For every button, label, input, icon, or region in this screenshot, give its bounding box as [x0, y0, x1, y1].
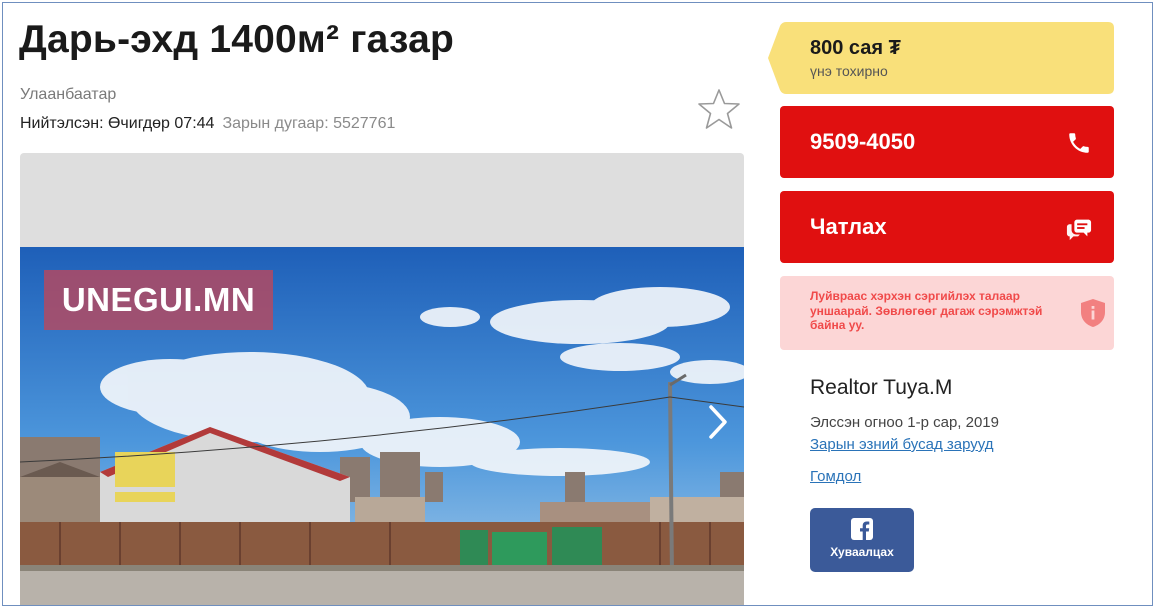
chat-bubbles-icon — [1066, 219, 1092, 241]
facebook-share-label: Хуваалцах — [830, 545, 894, 559]
favorite-star-icon[interactable] — [697, 88, 741, 130]
seller-name: Realtor Tuya.M — [810, 376, 953, 399]
next-photo-chevron-icon[interactable] — [700, 398, 736, 446]
listing-title: Дарь-эхд 1400м² газар — [19, 18, 454, 61]
chat-label: Чатлах — [810, 214, 887, 239]
price-negotiable-note: үнэ тохирно — [810, 63, 888, 79]
facebook-share-button[interactable]: Хуваалцах — [810, 508, 914, 572]
seller-other-ads-link[interactable]: Зарын эзний бусад зарууд — [810, 436, 994, 453]
price-tag: 800 сая ₮ үнэ тохирно — [768, 22, 1114, 94]
ad-number: Зарын дугаар: 5527761 — [222, 115, 396, 132]
price-value: 800 сая ₮ — [810, 37, 901, 59]
photo-gallery[interactable]: UNEGUI.MN — [20, 153, 744, 605]
facebook-icon — [851, 518, 873, 540]
fraud-warning-text: Луйвраас хэрхэн сэргийлэх талаар уншаара… — [810, 289, 1043, 333]
listing-city: Улаанбаатар — [20, 86, 117, 103]
fraud-warning[interactable]: Луйвраас хэрхэн сэргийлэх талаар уншаара… — [780, 276, 1114, 350]
phone-number: 9509-4050 — [810, 129, 916, 154]
shield-icon — [1081, 299, 1105, 327]
watermark-logo: UNEGUI.MN — [44, 270, 273, 330]
posted-date: Нийтэлсэн: Өчигдөр 07:44 — [20, 115, 215, 132]
listing-meta: Нийтэлсэн: Өчигдөр 07:44 Зарын дугаар: 55… — [20, 115, 395, 133]
phone-icon — [1069, 133, 1089, 153]
complaint-link[interactable]: Гомдол — [810, 468, 861, 485]
seller-joined-date: Элссэн огноо 1-р сар, 2019 — [810, 414, 999, 431]
phone-button[interactable]: 9509-4050 — [780, 106, 1114, 178]
chat-button[interactable]: Чатлах — [780, 191, 1114, 263]
